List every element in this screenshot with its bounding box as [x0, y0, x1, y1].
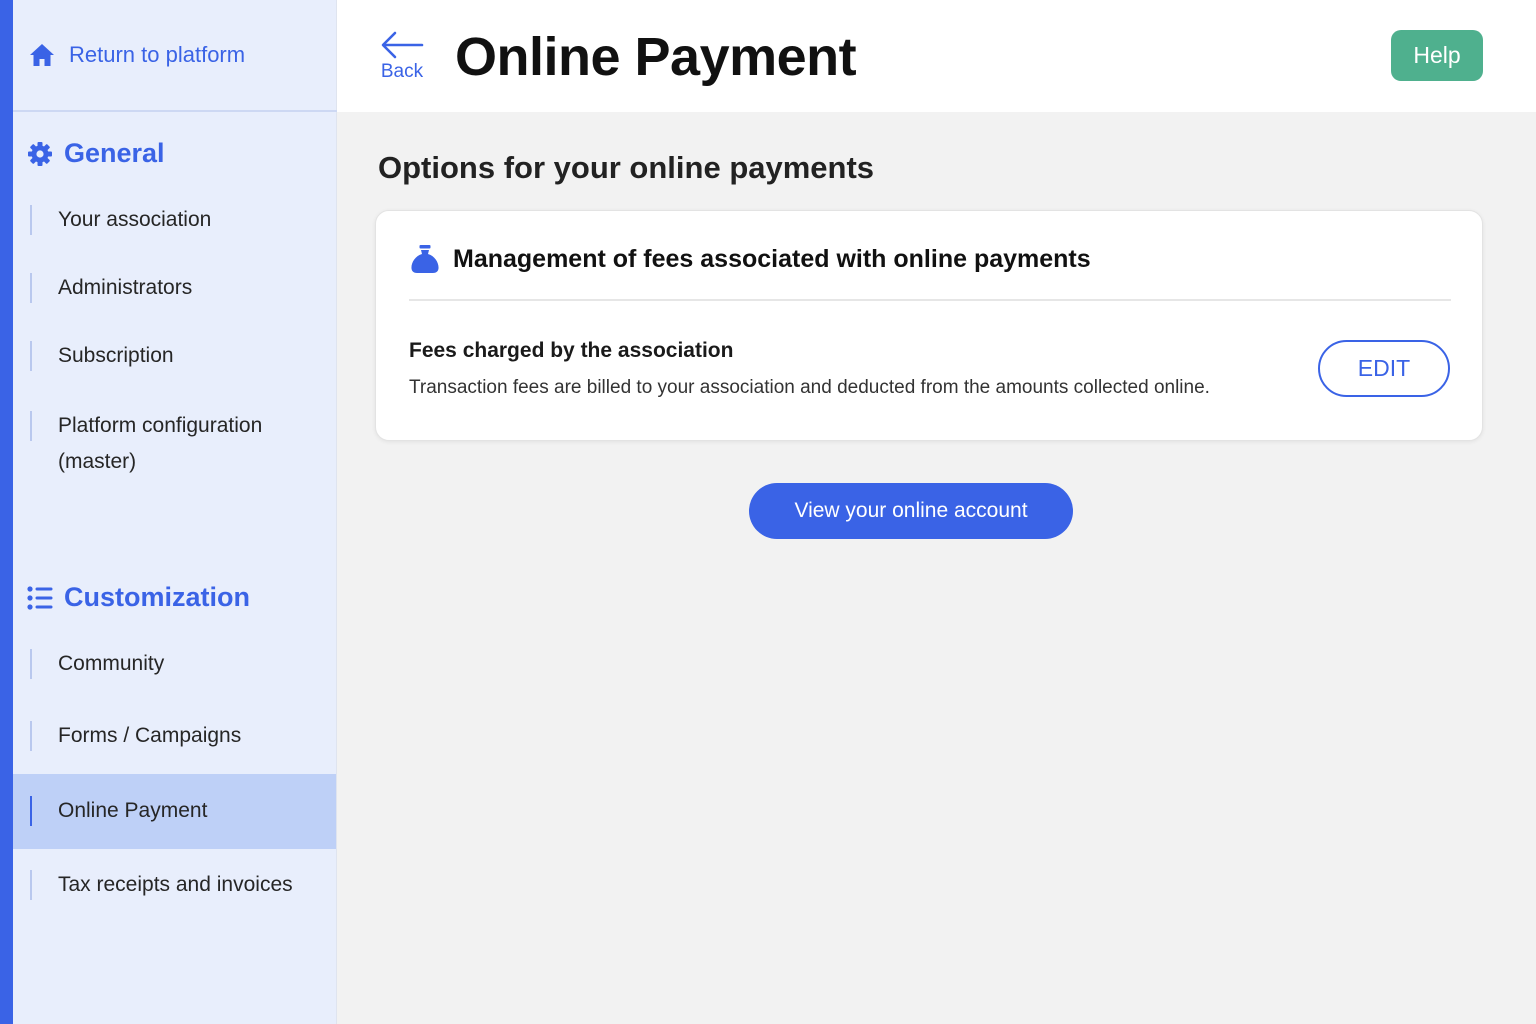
sidebar-item-label: Administrators — [58, 276, 193, 299]
sidebar-item-label: Forms / Campaigns — [58, 724, 242, 747]
arrow-left-icon — [381, 31, 424, 59]
sidebar-item-label: Community — [58, 652, 165, 675]
view-online-account-button[interactable]: View your online account — [749, 483, 1073, 539]
sidebar-item-label: Platform configuration — [58, 414, 263, 437]
return-to-platform-label: Return to platform — [69, 42, 246, 67]
back-label: Back — [380, 61, 424, 82]
card-divider — [409, 299, 1451, 301]
sidebar-item-community[interactable]: Community — [13, 646, 336, 682]
sidebar-item-label: Tax receipts and invoices — [58, 873, 293, 896]
sidebar-item-your-association[interactable]: Your association — [13, 202, 336, 238]
page-header: Back Online Payment Help — [337, 0, 1536, 112]
list-icon — [27, 585, 53, 610]
fees-management-card: Management of fees associated with onlin… — [375, 210, 1483, 441]
section-title: Options for your online payments — [378, 150, 875, 185]
nav-rail — [30, 273, 32, 303]
section-general-heading: General — [27, 138, 165, 169]
section-customization-label: Customization — [64, 582, 250, 612]
sidebar-item-subscription[interactable]: Subscription — [13, 338, 336, 374]
sidebar-item-forms-campaigns[interactable]: Forms / Campaigns — [13, 718, 336, 754]
nav-rail — [30, 341, 32, 371]
nav-rail — [30, 870, 32, 900]
nav-rail-active — [30, 796, 32, 826]
sidebar-item-online-payment[interactable]: Online Payment — [13, 774, 336, 849]
sidebar-item-administrators[interactable]: Administrators — [13, 270, 336, 306]
sidebar-item-label: Your association — [58, 208, 212, 231]
section-customization-heading: Customization — [27, 582, 250, 613]
card-header: Management of fees associated with onlin… — [409, 243, 1091, 275]
fee-setting-title: Fees charged by the association — [409, 339, 734, 362]
fee-setting-description: Transaction fees are billed to your asso… — [409, 377, 1210, 398]
sidebar-item-tax-receipts[interactable]: Tax receipts and invoices — [13, 867, 336, 903]
return-to-platform-link[interactable]: Return to platform — [13, 0, 337, 112]
sidebar-item-label: Online Payment — [58, 799, 208, 822]
home-icon — [30, 44, 54, 66]
nav-rail — [30, 411, 32, 441]
nav-rail — [30, 205, 32, 235]
page-title: Online Payment — [455, 27, 857, 87]
back-button[interactable]: Back — [377, 30, 427, 90]
sidebar-item-label-line2: (master) — [58, 450, 137, 473]
section-general-label: General — [64, 138, 165, 168]
nav-rail — [30, 649, 32, 679]
card-title: Management of fees associated with onlin… — [453, 244, 1091, 273]
sidebar-item-label: Subscription — [58, 344, 174, 367]
gear-icon — [28, 141, 52, 166]
sidebar-item-platform-configuration[interactable]: Platform configuration (master) — [13, 408, 336, 480]
sidebar: Return to platform General Your associat… — [13, 0, 337, 1024]
edit-button[interactable]: EDIT — [1318, 340, 1450, 397]
nav-rail — [30, 721, 32, 751]
money-bag-icon — [411, 245, 439, 273]
help-button[interactable]: Help — [1391, 30, 1483, 81]
sidebar-accent-bar — [0, 0, 13, 1024]
